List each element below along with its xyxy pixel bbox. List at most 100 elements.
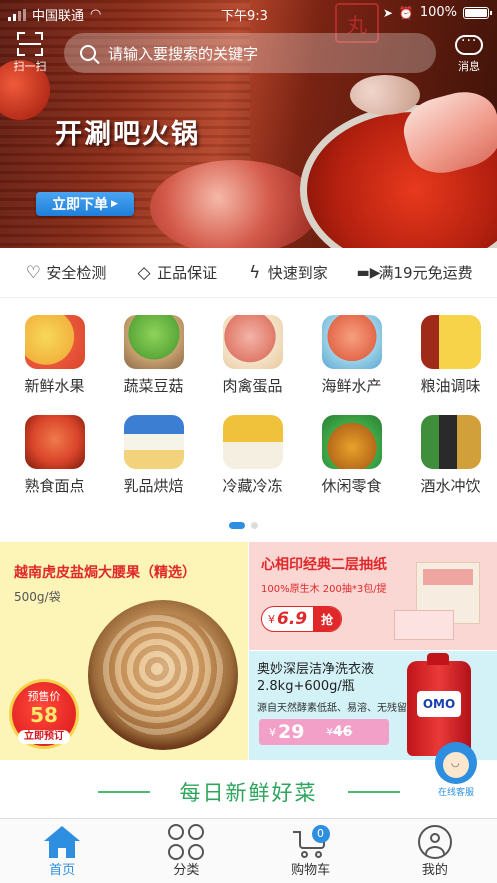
play-arrow-icon: ▶: [111, 199, 118, 209]
category-label: 乳品烘焙: [123, 477, 184, 495]
profile-icon: [417, 825, 452, 859]
vegetable-icon: [123, 315, 184, 369]
online-service-button[interactable]: 在线客服: [428, 742, 484, 804]
promo-cashew[interactable]: 越南虎皮盐焗大腰果（精选） 500g/袋 预售价 58 立即预订: [0, 542, 248, 760]
scan-icon: [17, 32, 43, 56]
guarantee-label: 满19元免运费: [378, 264, 473, 282]
brand-logo: OMO: [417, 691, 461, 717]
divider-line: [347, 791, 400, 793]
carrier-name: 中国联通: [32, 9, 85, 24]
category-grain-oil[interactable]: 粮油调味: [401, 300, 497, 400]
guarantee-item: ♡ 安全检测: [24, 262, 107, 283]
category-icon: [168, 824, 205, 860]
scan-button[interactable]: 扫一扫: [8, 30, 52, 78]
drink-icon: [420, 415, 481, 469]
guarantee-item: ▬▶ 满19元免运费: [357, 262, 473, 283]
promo-price: 6.9: [277, 609, 308, 629]
tab-label: 首页: [49, 863, 76, 878]
tab-label: 购物车: [291, 863, 331, 878]
category-dairy[interactable]: 乳品烘焙: [104, 400, 203, 500]
scan-label: 扫一扫: [13, 60, 47, 73]
message-button[interactable]: 消息: [446, 30, 492, 78]
battery-icon: [463, 6, 492, 19]
price-bar[interactable]: ¥ 29 ¥ 46: [259, 719, 389, 745]
promo-spec: 500g/袋: [14, 590, 61, 604]
order-now-label: 立即下单: [52, 197, 109, 213]
category-label: 粮油调味: [420, 377, 481, 395]
bottom-tab-bar: 首页 分类 0 购物车 我的: [0, 818, 497, 883]
message-icon: [455, 33, 483, 55]
meat-icon: [222, 315, 283, 369]
carousel-dot-active[interactable]: [229, 522, 245, 529]
wifi-icon: ◠: [90, 7, 102, 22]
category-label: 新鲜水果: [24, 377, 85, 395]
tab-label: 分类: [173, 863, 200, 878]
category-drinks[interactable]: 酒水冲饮: [401, 400, 497, 500]
location-icon: ➤: [382, 5, 393, 20]
category-label: 冷藏冷冻: [222, 477, 283, 495]
promo-title-line1: 奥妙深层洁净洗衣液: [257, 662, 375, 677]
category-label: 熟食面点: [24, 477, 85, 495]
promo-price: 29: [278, 721, 305, 743]
lightning-icon: ϟ: [249, 262, 261, 283]
heart-icon: ♡: [25, 262, 41, 283]
banner-meatballs: [350, 75, 420, 115]
price-pill[interactable]: ¥ 6.9 抢: [261, 606, 343, 632]
guarantee-item: ◇ 正品保证: [135, 262, 218, 283]
order-now-button[interactable]: 立即下单 ▶: [36, 192, 134, 216]
category-fruit[interactable]: 新鲜水果: [5, 300, 104, 400]
cooked-food-icon: [24, 415, 85, 469]
customer-service-icon: [435, 742, 477, 784]
currency-symbol: ¥: [269, 725, 276, 739]
snack-icon: [321, 415, 382, 469]
promo-title: 越南虎皮盐焗大腰果（精选）: [14, 565, 196, 581]
tab-cart[interactable]: 0 购物车: [249, 819, 373, 883]
category-vegetable[interactable]: 蔬菜豆菇: [104, 300, 203, 400]
guarantee-label: 安全检测: [46, 264, 107, 282]
guarantee-item: ϟ 快速到家: [246, 262, 328, 283]
presale-label: 预售价: [27, 690, 61, 703]
oil-icon: [420, 315, 481, 369]
category-label: 海鲜水产: [321, 377, 382, 395]
cashew-image: [88, 600, 238, 750]
banner-meat-plate: [150, 160, 320, 248]
original-price: 46: [332, 724, 353, 740]
search-input[interactable]: 请输入要搜索的关键字: [64, 33, 436, 73]
alarm-icon: ⏰: [398, 5, 414, 20]
divider-line: [97, 791, 150, 793]
currency-symbol: ¥: [268, 612, 275, 626]
category-meat[interactable]: 肉禽蛋品: [203, 300, 302, 400]
category-frozen[interactable]: 冷藏冷冻: [203, 400, 302, 500]
diamond-icon: ◇: [137, 262, 151, 283]
tab-label: 我的: [421, 863, 448, 878]
message-label: 消息: [458, 60, 480, 73]
fruit-icon: [24, 315, 85, 369]
promo-spec: 源自天然酵素低舐、易溶、无残留: [257, 703, 407, 714]
promo-tissue[interactable]: 心相印经典二层抽纸 100%原生木 200抽*3包/提 ¥ 6.9 抢: [249, 542, 497, 650]
category-seafood[interactable]: 海鲜水产: [302, 300, 401, 400]
carousel-indicator: [229, 522, 258, 529]
carousel-dot[interactable]: [251, 522, 258, 529]
presale-badge: 预售价 58 立即预订: [12, 682, 76, 746]
section-title: 每日新鲜好菜: [179, 781, 318, 805]
category-label: 酒水冲饮: [420, 477, 481, 495]
search-placeholder: 请输入要搜索的关键字: [108, 44, 259, 63]
category-snack[interactable]: 休闲零食: [302, 400, 401, 500]
preorder-button[interactable]: 立即预订: [18, 730, 70, 744]
guarantee-label: 快速到家: [267, 264, 328, 282]
promo-spec: 100%原生木 200抽*3包/提: [261, 584, 387, 595]
grab-button[interactable]: 抢: [313, 607, 342, 631]
tab-home[interactable]: 首页: [0, 819, 124, 883]
presale-price: 58: [30, 703, 58, 727]
promo-title-line2: 2.8kg+600g/瓶: [257, 679, 355, 694]
promo-title: 心相印经典二层抽纸: [261, 557, 387, 573]
category-cooked[interactable]: 熟食面点: [5, 400, 104, 500]
status-bar: 中国联通 ◠ 下午9:3 ➤ ⏰ 100%: [0, 0, 497, 26]
tab-category[interactable]: 分类: [124, 819, 248, 883]
search-icon: [80, 45, 96, 61]
home-icon: [44, 826, 81, 858]
battery-percent: 100%: [419, 5, 457, 20]
category-label: 蔬菜豆菇: [123, 377, 184, 395]
guarantee-strip: ♡ 安全检测 ◇ 正品保证 ϟ 快速到家 ▬▶ 满19元免运费: [0, 248, 497, 298]
tab-profile[interactable]: 我的: [373, 819, 497, 883]
